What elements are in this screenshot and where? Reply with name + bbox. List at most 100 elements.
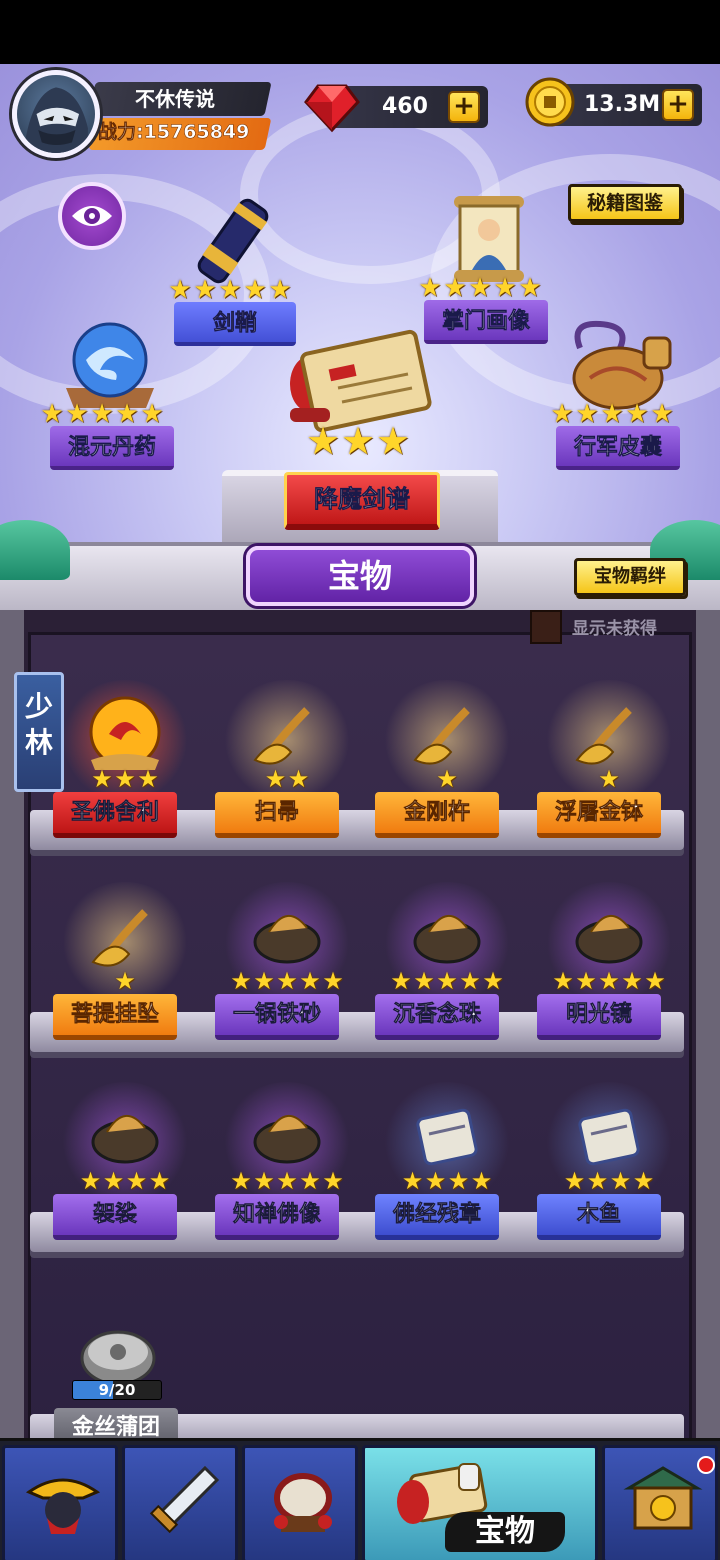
treasure-name: 知禅佛像	[215, 1194, 339, 1240]
treasure-slot[interactable]: ★ 菩提挂坠	[50, 882, 200, 1040]
treasure-name: 一锅铁砂	[215, 994, 339, 1040]
nav-tab-drum[interactable]	[242, 1445, 358, 1560]
sword-icon	[149, 1465, 220, 1534]
star-icon: ★	[493, 273, 517, 303]
star-rating: ★ ★ ★	[50, 765, 200, 793]
add-gems-button[interactable]: +	[448, 91, 480, 123]
star-rating: ★ ★ ★ ★ ★	[40, 399, 164, 429]
notification-dot	[697, 1456, 715, 1474]
war-drum-icon	[274, 1473, 332, 1532]
star-rating: ★ ★ ★ ★ ★	[168, 275, 292, 305]
star-icon: ★	[322, 1167, 344, 1195]
treasure-slot[interactable]: ★ ★ ★ ★ ★ 知禅佛像	[212, 1082, 362, 1240]
star-icon: ★	[424, 1167, 447, 1195]
ruby-icon	[304, 84, 360, 133]
star-icon: ★	[418, 273, 442, 303]
treasure-icon	[253, 915, 321, 964]
star-icon: ★	[518, 273, 542, 303]
treasure-label[interactable]: 剑鞘	[174, 302, 296, 346]
star-icon: ★	[114, 967, 136, 995]
avatar[interactable]	[12, 70, 100, 158]
nav-tab-equipment[interactable]	[122, 1445, 238, 1560]
treasure-shelf: 显示未获得 少林 ★ ★ ★ 圣佛舍利 ★ ★ 扫帚 ★ 金刚杵 ★ 浮屠金钵 ★ 菩提挂坠 ★ ★ ★ ★ ★ 一…	[0, 610, 720, 1440]
star-icon: ★	[625, 399, 649, 429]
star-rating: ★ ★ ★ ★	[534, 1167, 684, 1195]
elixir-orb-icon	[66, 322, 154, 408]
star-rating: ★ ★ ★ ★ ★	[212, 969, 362, 993]
treasure-name: 扫帚	[215, 792, 339, 838]
star-icon: ★	[644, 967, 666, 995]
featured-treasure-label[interactable]: 降魔剑谱	[284, 472, 440, 530]
treasure-name: 圣佛舍利	[53, 792, 177, 838]
star-icon: ★	[306, 419, 341, 463]
treasure-slot[interactable]: ★ ★ ★ 圣佛舍利	[50, 680, 200, 838]
star-icon: ★	[552, 967, 574, 995]
eye-icon	[72, 206, 112, 226]
star-rating: ★ ★ ★ ★ ★	[534, 967, 684, 995]
gold-amount: 13.3M	[584, 92, 661, 117]
treasure-slot[interactable]: ★ ★ ★ ★ 佛经残章	[372, 1082, 522, 1240]
bottom-nav: 宝物	[0, 1438, 720, 1560]
leather-pouch-icon	[572, 320, 672, 410]
treasure-name: 袈裟	[53, 1194, 177, 1240]
star-icon: ★	[114, 765, 136, 793]
locked-item-label[interactable]: 金丝蒲团	[54, 1408, 178, 1440]
nav-tab-treasure-label: 宝物	[445, 1512, 565, 1552]
star-rating: ★ ★ ★ ★ ★	[212, 1167, 362, 1195]
star-icon: ★	[550, 399, 574, 429]
star-icon: ★	[443, 273, 467, 303]
star-icon: ★	[447, 1167, 470, 1195]
nav-tab-hero[interactable]	[2, 1445, 118, 1560]
treasure-slot[interactable]: ★ 金刚杵	[372, 680, 522, 838]
star-icon: ★	[264, 765, 287, 793]
treasure-slot[interactable]: ★ 浮屠金钵	[534, 680, 684, 838]
nav-tab-treasure[interactable]: 宝物	[362, 1445, 598, 1560]
star-icon: ★	[575, 967, 597, 995]
sword-manual-icon	[290, 329, 432, 432]
star-icon: ★	[276, 1167, 298, 1195]
star-rating: ★ ★ ★ ★ ★	[418, 273, 542, 303]
show-unowned-checkbox[interactable]	[530, 610, 562, 644]
treasure-slot[interactable]: ★ ★ ★ ★ ★ 沉香念珠	[372, 882, 522, 1040]
treasure-label[interactable]: 掌门画像	[424, 300, 548, 344]
shard-progress-bar: 9/20	[72, 1380, 162, 1400]
star-rating: ★ ★ ★ ★	[50, 1167, 200, 1195]
hero-icon	[25, 1478, 101, 1534]
nav-tab-shop[interactable]	[602, 1445, 718, 1560]
star-rating: ★ ★ ★ ★	[372, 1167, 522, 1195]
treasure-label[interactable]: 混元丹药	[50, 426, 174, 470]
show-unowned-label: 显示未获得	[572, 619, 657, 639]
treasure-icon	[89, 696, 161, 770]
treasure-slot[interactable]: ★ ★ 扫帚	[212, 680, 362, 838]
star-icon: ★	[137, 765, 159, 793]
treasure-icon	[575, 707, 632, 765]
add-gold-button[interactable]: +	[662, 89, 694, 121]
treasure-slot[interactable]: ★ ★ ★ ★ 袈裟	[50, 1082, 200, 1240]
treasure-label[interactable]: 行军皮囊	[556, 426, 680, 470]
star-rating: ★	[50, 967, 200, 995]
cushion-icon	[80, 1330, 156, 1386]
star-icon: ★	[468, 273, 492, 303]
star-icon: ★	[125, 1167, 148, 1195]
star-icon: ★	[436, 765, 458, 793]
star-rating: ★	[534, 767, 684, 791]
gem-amount: 460	[382, 94, 428, 119]
treasure-name: 木鱼	[537, 1194, 661, 1240]
treasure-bond-button[interactable]: 宝物羁绊	[574, 558, 686, 596]
treasure-slot[interactable]: ★ ★ ★ ★ ★ 一锅铁砂	[212, 882, 362, 1040]
star-icon: ★	[621, 967, 643, 995]
catalog-button[interactable]: 秘籍图鉴	[568, 184, 682, 222]
star-icon: ★	[436, 967, 458, 995]
star-rating: ★ ★ ★ ★ ★	[372, 967, 522, 995]
view-toggle-button[interactable]	[58, 182, 126, 250]
star-icon: ★	[140, 399, 164, 429]
shop-pavilion-icon	[623, 1466, 703, 1530]
scabbard-icon	[197, 198, 269, 284]
treasure-slot[interactable]: ★ ★ ★ ★ ★ 明光镜	[534, 882, 684, 1040]
treasure-slot[interactable]: ★ ★ ★ ★ 木鱼	[534, 1082, 684, 1240]
show-unowned-filter[interactable]: 显示未获得	[530, 610, 700, 644]
star-icon: ★	[482, 967, 504, 995]
star-icon: ★	[586, 1167, 609, 1195]
star-icon: ★	[413, 967, 435, 995]
star-icon: ★	[193, 275, 217, 305]
